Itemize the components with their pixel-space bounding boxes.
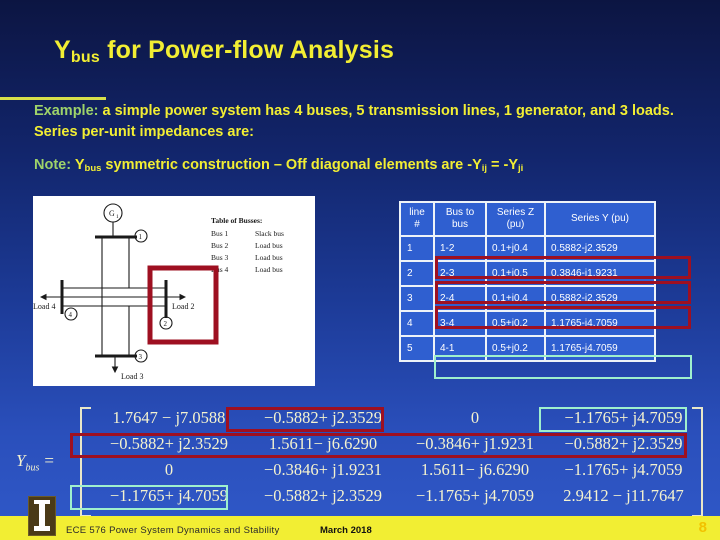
page-title-subscript: bus — [70, 49, 100, 66]
matrix-row: 1.7647 − j7.0588 −0.5882+ j2.3529 0 −1.1… — [92, 405, 697, 431]
impedance-table: line # Bus to bus Series Z (pu) Series Y… — [399, 201, 656, 362]
example-paragraph: Example: a simple power system has 4 bus… — [34, 101, 694, 143]
matrix-row: −0.5882+ j2.3529 1.5611− j6.6290 −0.3846… — [92, 431, 697, 457]
ybus-matrix-label: Ybus = — [16, 451, 54, 474]
load3-label: Load 3 — [121, 372, 143, 381]
cell-y: 0.3846-j1.9231 — [546, 262, 654, 285]
cell-y: 1.1765-j4.7059 — [546, 337, 654, 360]
note-label: Note: — [34, 157, 72, 173]
matrix-row: 0 −0.3846+ j1.9231 1.5611− j6.6290 −1.17… — [92, 457, 697, 483]
bus-table-row-2-type: Load bus — [255, 241, 283, 250]
one-line-diagram-svg: G 1 1 2 3 4 Load 4 Load 2 Load 3 Table o… — [33, 203, 284, 381]
cell-bus: 2-3 — [435, 262, 485, 285]
matrix-row: −1.1765+ j4.7059 −0.5882+ j2.3529 −1.176… — [92, 483, 697, 509]
bus-table-title: Table of Busses: — [211, 216, 262, 225]
one-line-diagram-image: G 1 1 2 3 4 Load 4 Load 2 Load 3 Table o… — [33, 196, 315, 386]
page-title-y: Y — [54, 36, 71, 64]
cell-line: 4 — [401, 312, 433, 335]
example-label: Example: — [34, 103, 99, 119]
generator-subscript: 1 — [116, 214, 119, 220]
col-header-series-y: Series Y (pu) — [546, 203, 654, 235]
bus3-label: 3 — [139, 353, 143, 361]
note-y: Y — [74, 157, 85, 173]
table-row: 1 1-2 0.1+j0.4 0.5882-j2.3529 — [401, 237, 654, 260]
matrix-cell-4-3: −1.1765+ j4.7059 — [415, 486, 535, 505]
table-row: 3 2-4 0.1+j0.4 0.5882-j2.3529 — [401, 287, 654, 310]
col-header-series-z: Series Z (pu) — [487, 203, 544, 235]
cell-line: 5 — [401, 337, 433, 360]
note-text-2: = -Y — [487, 157, 519, 173]
table-row: 2 2-3 0.1+j0.5 0.3846-j1.9231 — [401, 262, 654, 285]
cell-line: 3 — [401, 287, 433, 310]
note-y-subscript: bus — [84, 163, 102, 174]
matrix-cell-3-4: −1.1765+ j4.7059 — [564, 460, 683, 479]
table-header-row: line # Bus to bus Series Z (pu) Series Y… — [401, 203, 654, 235]
page-title: Ybus for Power-flow Analysis — [54, 36, 394, 67]
cell-bus: 3-4 — [435, 312, 485, 335]
col-header-bus-to-bus: Bus to bus — [435, 203, 485, 235]
example-text: a simple power system has 4 buses, 5 tra… — [34, 103, 674, 140]
cell-z: 0.5+j0.2 — [487, 312, 544, 335]
generator-label: G — [109, 209, 115, 218]
matrix-cell-1-2: −0.5882+ j2.3529 — [263, 408, 383, 427]
bus2-label: 2 — [164, 320, 168, 328]
footer-course-text: ECE 576 Power System Dynamics and Stabil… — [66, 525, 280, 536]
title-underline-rule — [0, 97, 106, 100]
bus-table-row-3-bus: Bus 3 — [211, 253, 229, 262]
body-text-block: Example: a simple power system has 4 bus… — [34, 101, 694, 179]
table-row: 5 4-1 0.5+j0.2 1.1765-j4.7059 — [401, 337, 654, 360]
note-text-1: symmetric construction – Off diagonal el… — [101, 157, 482, 173]
cell-bus: 1-2 — [435, 237, 485, 260]
cell-y: 1.1765-j4.7059 — [546, 312, 654, 335]
note-paragraph: Note: Ybus symmetric construction – Off … — [34, 155, 694, 179]
table-row: 4 3-4 0.5+j0.2 1.1765-j4.7059 — [401, 312, 654, 335]
matrix-cell-2-1: −0.5882+ j2.3529 — [109, 434, 229, 453]
matrix-cell-1-3: 0 — [470, 408, 480, 427]
university-logo — [28, 496, 56, 536]
matrix-cell-4-4: 2.9412 − j11.7647 — [563, 486, 684, 505]
cell-bus: 4-1 — [435, 337, 485, 360]
cell-z: 0.1+j0.5 — [487, 262, 544, 285]
slide-number: 8 — [698, 519, 707, 536]
note-subscript-ji: ji — [518, 163, 524, 174]
bus-table-row-1-type: Slack bus — [255, 229, 284, 238]
bus-table-row-1-bus: Bus 1 — [211, 229, 229, 238]
matrix-cell-3-1: 0 — [164, 460, 174, 479]
matrix-cell-4-1: −1.1765+ j4.7059 — [109, 486, 229, 505]
matrix-cell-3-3: 1.5611− j6.6290 — [420, 460, 530, 479]
matrix-cell-2-4: −0.5882+ j2.3529 — [564, 434, 683, 453]
page-title-rest: for Power-flow Analysis — [99, 36, 395, 64]
load2-label: Load 2 — [172, 302, 194, 311]
cell-z: 0.1+j0.4 — [487, 237, 544, 260]
illinois-column-icon — [34, 500, 50, 531]
cell-line: 2 — [401, 262, 433, 285]
matrix-cell-2-2: 1.5611− j6.6290 — [268, 434, 378, 453]
cell-y: 0.5882-j2.3529 — [546, 237, 654, 260]
cell-bus: 2-4 — [435, 287, 485, 310]
bus-table-row-4-type: Load bus — [255, 265, 283, 274]
matrix-cell-4-2: −0.5882+ j2.3529 — [263, 486, 383, 505]
matrix-left-bracket — [80, 407, 91, 517]
ybus-matrix-block: Ybus = 1.7647 − j7.0588 −0.5882+ j2.3529 … — [16, 405, 706, 517]
matrix-cell-1-1: 1.7647 − j7.0588 — [112, 408, 226, 427]
cell-y: 0.5882-j2.3529 — [546, 287, 654, 310]
bus-table-text: Table of Busses: Bus 1 Slack bus Bus 2 L… — [211, 216, 284, 274]
bus1-label: 1 — [139, 233, 143, 241]
cell-line: 1 — [401, 237, 433, 260]
matrix-cell-3-2: −0.3846+ j1.9231 — [263, 460, 383, 479]
load4-label: Load 4 — [33, 302, 55, 311]
footer-date: March 2018 — [320, 525, 372, 536]
matrix-cell-1-4: −1.1765+ j4.7059 — [564, 408, 683, 427]
bus4-label: 4 — [69, 311, 73, 319]
bus-table-row-3-type: Load bus — [255, 253, 283, 262]
matrix-cell-2-3: −0.3846+ j1.9231 — [415, 434, 535, 453]
bus-table-row-2-bus: Bus 2 — [211, 241, 229, 250]
ybus-matrix-table: 1.7647 − j7.0588 −0.5882+ j2.3529 0 −1.1… — [92, 405, 697, 509]
cell-z: 0.5+j0.2 — [487, 337, 544, 360]
cell-z: 0.1+j0.4 — [487, 287, 544, 310]
col-header-line: line # — [401, 203, 433, 235]
